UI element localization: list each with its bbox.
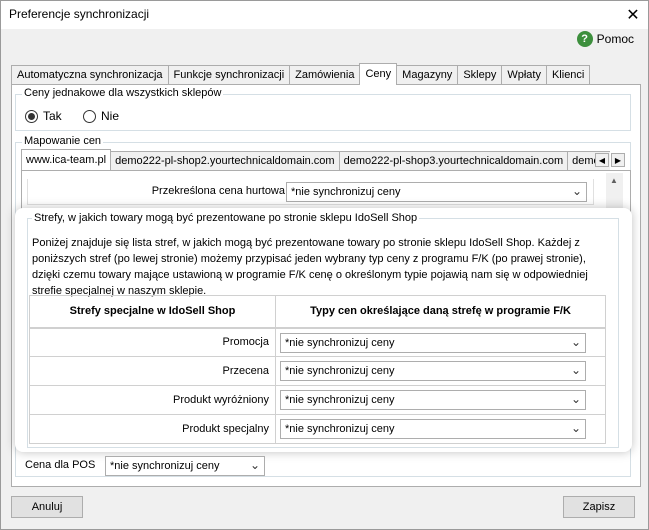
tab-orders[interactable]: Zamówienia bbox=[289, 65, 361, 85]
shop-tab-ica-team[interactable]: www.ica-team.pl bbox=[21, 149, 112, 170]
zones-header-right: Typy cen określające daną strefę w progr… bbox=[275, 295, 606, 329]
zone-price-cell: *nie synchronizuj ceny ⌄ bbox=[275, 414, 606, 444]
zone-price-value: *nie synchronizuj ceny bbox=[285, 336, 395, 349]
tab-sync-functions[interactable]: Funkcje synchronizacji bbox=[167, 65, 291, 85]
zones-group-label: Strefy, w jakich towary mogą być prezent… bbox=[32, 212, 420, 224]
window-title: Preferencje synchronizacji bbox=[9, 7, 150, 21]
zone-label: Promocja bbox=[29, 327, 276, 357]
tab-prices[interactable]: Ceny bbox=[359, 63, 398, 85]
tab-warehouses[interactable]: Magazyny bbox=[396, 65, 459, 85]
radio-selected-dot bbox=[28, 112, 35, 120]
close-icon: ✕ bbox=[626, 7, 640, 24]
zones-description: Poniżej znajduje się lista stref, w jaki… bbox=[32, 237, 588, 297]
table-row: Produkt wyróżniony *nie synchronizuj cen… bbox=[29, 385, 606, 415]
help-button[interactable]: ? Pomoc bbox=[576, 31, 634, 47]
arrow-left-icon: ◀ bbox=[598, 155, 606, 165]
zone-label: Produkt specjalny bbox=[29, 414, 276, 444]
zones-header-row: Strefy specjalne w IdoSell Shop Typy cen… bbox=[29, 295, 606, 329]
shop-tabs: www.ica-team.pl demo222-pl-shop2.yourtec… bbox=[21, 149, 610, 170]
strike-price-label: Przekreślona cena hurtowa bbox=[151, 185, 285, 197]
zone-price-select[interactable]: *nie synchronizuj ceny ⌄ bbox=[280, 361, 586, 381]
radio-no-label: Nie bbox=[101, 109, 120, 123]
close-button[interactable]: ✕ bbox=[618, 1, 648, 29]
zone-label: Przecena bbox=[29, 356, 276, 386]
radio-no[interactable]: Nie bbox=[83, 109, 119, 123]
zones-table: Strefy specjalne w IdoSell Shop Typy cen… bbox=[29, 295, 606, 444]
zone-price-cell: *nie synchronizuj ceny ⌄ bbox=[275, 385, 606, 415]
shop-tab-shop3[interactable]: demo222-pl-shop3.yourtechnicaldomain.com bbox=[338, 151, 569, 170]
zone-price-value: *nie synchronizuj ceny bbox=[285, 394, 395, 406]
zone-price-select[interactable]: *nie synchronizuj ceny ⌄ bbox=[280, 390, 586, 410]
chevron-down-icon: ⌄ bbox=[570, 363, 581, 377]
table-row: Promocja *nie synchronizuj ceny ⌄ bbox=[29, 327, 606, 357]
price-mapping-label: Mapowanie cen bbox=[22, 135, 104, 147]
zones-header-left: Strefy specjalne w IdoSell Shop bbox=[29, 295, 276, 329]
shop-tabs-scroll-right[interactable]: ▶ bbox=[611, 153, 625, 167]
chevron-down-icon: ⌄ bbox=[570, 421, 581, 435]
cancel-button[interactable]: Anuluj bbox=[11, 496, 83, 518]
strike-price-select[interactable]: *nie synchronizuj ceny ⌄ bbox=[286, 182, 587, 202]
pos-price-select[interactable]: *nie synchronizuj ceny ⌄ bbox=[105, 456, 265, 476]
radio-yes-label: Tak bbox=[43, 109, 62, 123]
pos-label: Cena dla POS bbox=[25, 459, 96, 471]
title-bar: Preferencje synchronizacji ✕ bbox=[1, 1, 648, 29]
chevron-down-icon: ⌄ bbox=[249, 458, 260, 472]
tab-clients[interactable]: Klienci bbox=[545, 65, 591, 85]
strike-price-value: *nie synchronizuj ceny bbox=[291, 186, 401, 198]
zone-price-cell: *nie synchronizuj ceny ⌄ bbox=[275, 327, 606, 357]
strike-price-row: Przekreślona cena hurtowa *nie synchroni… bbox=[27, 179, 594, 205]
chevron-down-icon: ⌄ bbox=[570, 334, 581, 349]
zone-price-select[interactable]: *nie synchronizuj ceny ⌄ bbox=[280, 419, 586, 439]
table-row: Przecena *nie synchronizuj ceny ⌄ bbox=[29, 356, 606, 386]
save-button[interactable]: Zapisz bbox=[563, 496, 635, 518]
arrow-right-icon: ▶ bbox=[614, 155, 622, 165]
zones-callout: Strefy, w jakich towary mogą być prezent… bbox=[15, 208, 632, 452]
table-row: Produkt specjalny *nie synchronizuj ceny… bbox=[29, 414, 606, 444]
tab-payments[interactable]: Wpłaty bbox=[501, 65, 547, 85]
same-prices-label: Ceny jednakowe dla wszystkich sklepów bbox=[22, 87, 224, 99]
main-tabs: Automatyczna synchronizacja Funkcje sync… bbox=[11, 63, 591, 85]
zone-label: Produkt wyróżniony bbox=[29, 385, 276, 415]
zone-price-cell: *nie synchronizuj ceny ⌄ bbox=[275, 356, 606, 386]
chevron-down-icon: ⌄ bbox=[571, 184, 582, 198]
shop-tabs-scroll-left[interactable]: ◀ bbox=[595, 153, 609, 167]
tab-shops[interactable]: Sklepy bbox=[457, 65, 503, 85]
chevron-down-icon: ⌄ bbox=[570, 392, 581, 406]
zone-price-value: *nie synchronizuj ceny bbox=[285, 423, 395, 435]
tab-automatic-sync[interactable]: Automatyczna synchronizacja bbox=[11, 65, 169, 85]
help-icon: ? bbox=[576, 31, 593, 47]
radio-yes-circle bbox=[25, 109, 38, 123]
help-label: Pomoc bbox=[596, 32, 634, 46]
zone-price-value: *nie synchronizuj ceny bbox=[285, 365, 395, 377]
pos-price-value: *nie synchronizuj ceny bbox=[110, 460, 220, 472]
radio-no-circle bbox=[83, 109, 96, 123]
shop-tab-shop2[interactable]: demo222-pl-shop2.yourtechnicaldomain.com bbox=[110, 151, 340, 170]
zone-price-select[interactable]: *nie synchronizuj ceny ⌄ bbox=[280, 332, 586, 353]
preferences-window: Preferencje synchronizacji ✕ ? Pomoc Aut… bbox=[0, 0, 649, 530]
radio-yes[interactable]: Tak bbox=[25, 109, 62, 123]
scroll-up-icon[interactable]: ▲ bbox=[610, 176, 618, 185]
